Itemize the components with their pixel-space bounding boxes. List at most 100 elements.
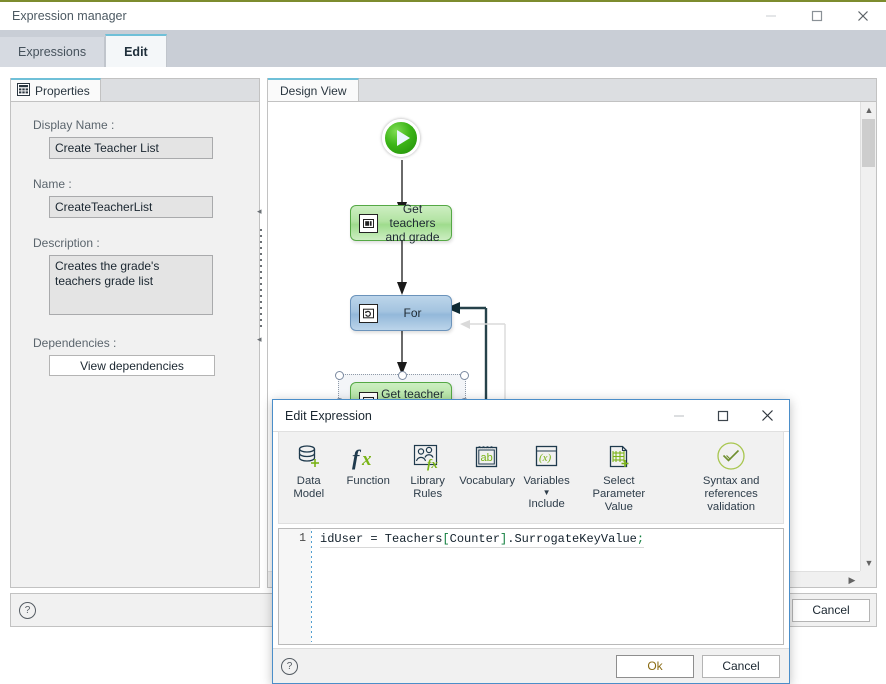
scroll-up-icon[interactable]: ▲ [861,102,877,118]
svg-text:x: x [361,449,372,470]
tab-properties-label: Properties [35,84,90,98]
ribbon-syntax-validation[interactable]: Syntax and references validation [679,439,783,514]
dialog-ribbon: Data Model f x Function [278,431,784,524]
design-view-tabrow: Design View [268,79,876,102]
dialog-minimize-icon[interactable] [657,401,701,431]
ok-button[interactable]: Ok [616,655,694,678]
dialog-footer: ? Ok Cancel [273,648,789,683]
svg-text:ab: ab [481,452,493,464]
dialog-window-controls [657,401,789,431]
loop-icon [359,304,378,323]
variable-x-icon: (x) [532,439,562,475]
ribbon-label-line2: validation [707,501,755,514]
dialog-help-icon[interactable]: ? [281,658,298,675]
description-label: Description : [33,236,239,250]
display-name-input[interactable] [49,137,213,159]
field-description: Description : Creates the grade's teache… [31,236,239,318]
ribbon-library-rules[interactable]: fx Library Rules [398,439,457,501]
dialog-maximize-icon[interactable] [701,401,745,431]
close-icon[interactable] [840,2,886,30]
line-number: 1 [299,532,306,545]
ribbon-label-line1: Function [347,475,390,488]
database-plus-icon [294,439,324,475]
dialog-titlebar: Edit Expression [273,400,789,432]
table-plus-icon [604,439,634,475]
dialog-cancel-button[interactable]: Cancel [702,655,780,678]
fx-icon: f x [350,439,386,475]
properties-panel: Properties Display Name : Name : Descrip… [10,78,260,588]
resize-handle-nw[interactable] [335,371,344,380]
name-label: Name : [33,177,239,191]
dialog-footer-buttons: Ok Cancel [616,655,780,678]
flow-node-for[interactable]: For [350,295,452,331]
expression-manager-window: Expression manager Expressions Edit [0,0,886,682]
code-token-prefix: idUser = Teachers [320,532,442,546]
main-cancel-button[interactable]: Cancel [792,599,870,622]
flow-node-get-teachers-and-grade[interactable]: Get teachers and grade [350,205,452,241]
main-footer-buttons: Cancel [792,599,870,622]
window-titlebar: Expression manager [0,2,886,30]
ribbon-select-parameter-value[interactable]: Select Parameter Value [576,439,661,514]
ribbon-label-line2: Model [293,488,324,501]
resize-handle-ne[interactable] [460,371,469,380]
code-token-index: Counter [450,532,500,546]
field-name: Name : [31,177,239,218]
scroll-down-icon[interactable]: ▼ [861,555,877,571]
tab-properties[interactable]: Properties [11,78,101,101]
code-token-semicolon: ; [637,532,644,546]
flow-node-label: Get teachers and grade [378,202,451,244]
scroll-right-icon[interactable]: ▶ [844,572,860,588]
minimize-icon[interactable] [748,2,794,30]
chevron-down-icon[interactable]: ▼ [543,488,551,497]
editor-code-area[interactable]: idUser = Teachers[Counter].SurrogateKeyV… [312,529,783,644]
window-controls [748,2,886,30]
dialog-close-icon[interactable] [745,401,789,431]
field-dependencies: Dependencies : View dependencies [31,336,239,376]
vertical-scroll-thumb[interactable] [862,119,875,167]
flow-start-node[interactable] [382,119,420,157]
tab-expressions[interactable]: Expressions [0,37,105,67]
resize-handle-n[interactable] [398,371,407,380]
ribbon-label-line1: Variables [523,475,569,488]
name-input[interactable] [49,196,213,218]
properties-grid-icon [17,83,30,99]
code-token-suffix: .SurrogateKeyValue [507,532,637,546]
ribbon-label-line1: Syntax and references [679,475,783,501]
ribbon-variables[interactable]: (x) Variables ▼ Include [517,439,576,511]
scrollbar-corner [860,571,876,587]
expression-editor[interactable]: 1 idUser = Teachers[Counter].SurrogateKe… [278,528,784,645]
properties-tabrow: Properties [11,79,259,102]
help-icon[interactable]: ? [19,602,36,619]
view-dependencies-button[interactable]: View dependencies [49,355,215,376]
splitter-collapse-arrow-bottom[interactable]: ◂ [257,335,262,344]
ribbon-label-line2: Value [605,501,633,514]
ribbon-label-line1: Library [410,475,445,488]
field-display-name: Display Name : [31,118,239,159]
tab-design-view[interactable]: Design View [268,78,359,101]
editor-gutter: 1 [279,529,311,644]
ribbon-vocabulary[interactable]: ab Vocabulary [457,439,516,488]
ribbon-label-line1: Vocabulary [459,475,515,488]
canvas-vertical-scrollbar[interactable]: ▲ ▼ [860,102,876,571]
main-tabstrip: Expressions Edit [0,30,886,67]
ribbon-variables-sublabel: Include [528,498,564,511]
ribbon-label-line1: Data [297,475,321,488]
notepad-ab-icon: ab [472,439,502,475]
panel-splitter[interactable]: ◂ ◂ [255,207,267,362]
display-name-label: Display Name : [33,118,239,132]
splitter-collapse-arrow-top[interactable]: ◂ [257,207,262,216]
dialog-title: Edit Expression [285,409,372,423]
ribbon-label-line2: Rules [413,488,442,501]
task-screen-icon [359,214,378,233]
properties-body: Display Name : Name : Description : Crea… [11,102,259,587]
splitter-grip[interactable] [260,229,262,329]
ribbon-data-model[interactable]: Data Model [279,439,338,501]
svg-text:f: f [352,445,362,470]
code-token-bracket-open: [ [442,532,449,546]
maximize-icon[interactable] [794,2,840,30]
check-circle-icon [714,439,748,475]
description-textarea[interactable]: Creates the grade's teachers grade list [49,255,213,315]
tab-edit[interactable]: Edit [105,34,167,67]
ribbon-function[interactable]: f x Function [338,439,397,488]
svg-text:(x): (x) [539,452,552,464]
